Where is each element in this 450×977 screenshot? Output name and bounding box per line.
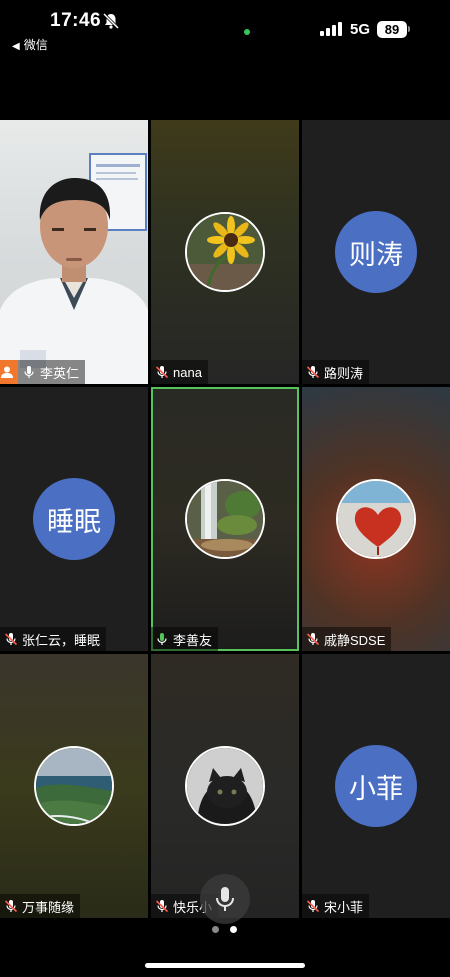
participant-tile[interactable]: 睡眠 张仁云，睡眠 — [0, 387, 148, 651]
back-to-wechat-link[interactable]: ◀ 微信 — [12, 36, 48, 53]
participant-grid: 李英仁 nana 则涛 路则涛 睡眠 张仁云，睡眠 李善友 戚静SDSE 万事随… — [0, 120, 450, 918]
cat-avatar — [185, 746, 265, 826]
battery-level: 89 — [377, 21, 407, 38]
sunflower-avatar — [185, 212, 265, 292]
home-indicator[interactable] — [145, 963, 305, 968]
participant-name-bar: 路则涛 — [302, 360, 370, 384]
initials-avatar: 小菲 — [335, 745, 417, 827]
participant-name: 万事随缘 — [22, 899, 75, 915]
mic-muted-icon — [306, 633, 320, 646]
battery-tip — [408, 26, 410, 32]
page-dot-2-current[interactable] — [230, 926, 237, 933]
participant-name-bar: 张仁云，睡眠 — [0, 627, 107, 651]
page-indicator[interactable] — [212, 926, 242, 934]
participant-name-bar: nana — [151, 360, 208, 384]
participant-name: 李善友 — [173, 632, 213, 648]
participant-name-bar: 李英仁 — [0, 360, 86, 384]
back-label: 微信 — [23, 38, 48, 52]
mic-muted-icon — [306, 900, 320, 913]
participant-tile[interactable]: 则涛 路则涛 — [302, 120, 450, 384]
waterfall-avatar — [185, 479, 265, 559]
mic-on-icon — [24, 366, 34, 378]
initials-avatar: 睡眠 — [33, 478, 115, 560]
participant-tile[interactable]: 万事随缘 — [0, 654, 148, 918]
participant-name-bar: 李善友 — [151, 627, 219, 651]
participant-name-bar: 万事随缘 — [0, 894, 81, 918]
network-type: 5G — [350, 21, 371, 38]
mic-muted-icon — [155, 900, 169, 913]
mic-muted-icon — [155, 366, 169, 379]
page-dot-1[interactable] — [212, 926, 219, 933]
cellular-signal-icon — [320, 22, 342, 36]
microphone-icon — [216, 887, 234, 911]
back-triangle-icon: ◀ — [12, 41, 20, 52]
bell-muted-icon — [102, 12, 120, 30]
mic-speaking-icon — [157, 633, 167, 645]
participant-tile[interactable]: 李英仁 — [0, 120, 148, 384]
camera-in-use-indicator — [244, 29, 250, 35]
participant-name: nana — [173, 364, 202, 380]
participant-video — [0, 120, 148, 384]
coastline-avatar — [34, 746, 114, 826]
participant-name-bar: 戚静SDSE — [302, 627, 392, 651]
participant-tile-active[interactable]: 李善友 — [151, 387, 299, 651]
participant-name: 戚静SDSE — [324, 632, 386, 648]
mic-muted-icon — [4, 633, 18, 646]
heart-avatar — [336, 479, 416, 559]
initials-avatar: 则涛 — [335, 211, 417, 293]
person-icon — [1, 366, 13, 378]
mic-toggle-button[interactable] — [200, 874, 250, 924]
participant-tile[interactable]: 戚静SDSE — [302, 387, 450, 651]
status-time: 17:46 — [50, 10, 102, 31]
participant-name: 张仁云，睡眠 — [22, 632, 101, 648]
participant-name: 路则涛 — [324, 365, 364, 381]
participant-name-bar: 宋小菲 — [302, 894, 370, 918]
participant-tile[interactable]: 小菲 宋小菲 — [302, 654, 450, 918]
mic-muted-icon — [306, 366, 320, 379]
mic-muted-icon — [4, 900, 18, 913]
status-bar: 17:46 ◀ 微信 5G 89 — [0, 0, 450, 60]
participant-tile[interactable]: nana — [151, 120, 299, 384]
participant-name: 李英仁 — [40, 365, 80, 381]
host-badge — [0, 360, 18, 384]
participant-name: 宋小菲 — [324, 899, 364, 915]
